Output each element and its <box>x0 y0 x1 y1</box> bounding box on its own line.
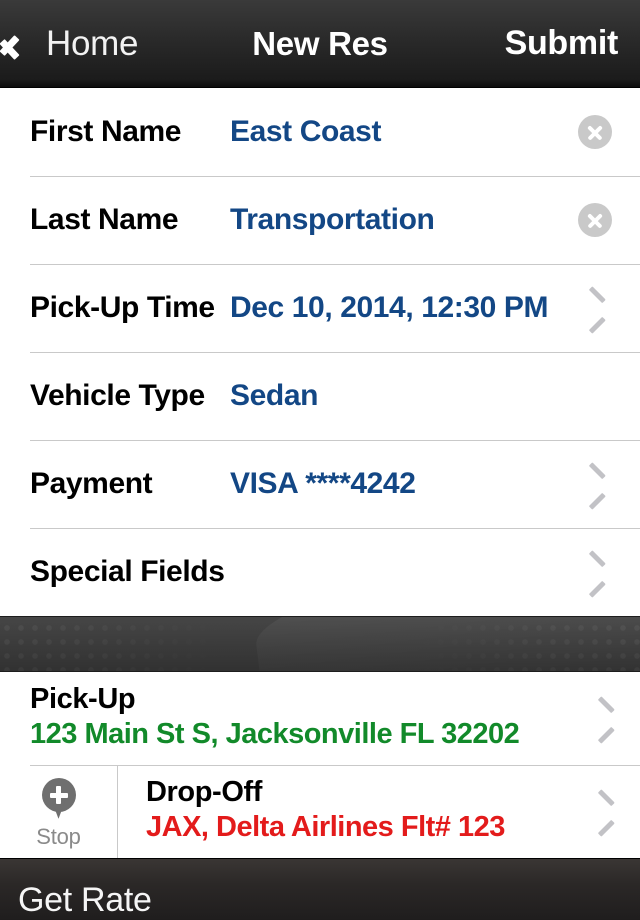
address-list: Pick-Up 123 Main St S, Jacksonville FL 3… <box>0 672 640 858</box>
submit-button[interactable]: Submit <box>505 24 640 63</box>
address-row-dropoff[interactable]: Stop Drop-Off JAX, Delta Airlines Flt# 1… <box>0 764 640 858</box>
pickup-accessory <box>586 672 640 765</box>
new-reservation-screen: Home New Res Submit First Name East Coas… <box>0 0 640 920</box>
chevron-left-icon <box>14 25 36 63</box>
back-button-label: Home <box>46 23 139 63</box>
form-row-first-name[interactable]: First Name East Coast <box>0 88 640 176</box>
dropoff-address: JAX, Delta Airlines Flt# 123 <box>146 811 505 844</box>
chevron-right-icon <box>590 293 608 323</box>
row-value-last-name[interactable]: Transportation <box>230 203 578 237</box>
map-pin-plus-icon <box>41 778 76 822</box>
navigation-bar: Home New Res Submit <box>0 0 640 88</box>
stop-label: Stop <box>36 824 81 850</box>
row-label-pickup-time: Pick-Up Time <box>30 291 215 324</box>
form-row-vehicle-type[interactable]: Vehicle Type Sedan <box>0 352 640 440</box>
row-label-special-fields: Special Fields <box>30 555 225 588</box>
section-divider-band <box>0 616 640 672</box>
row-label-last-name: Last Name <box>30 203 179 236</box>
chevron-right-icon <box>599 703 617 733</box>
pickup-title: Pick-Up <box>30 683 136 715</box>
row-label-payment: Payment <box>30 467 153 500</box>
chevron-right-icon <box>590 557 608 587</box>
dropoff-title: Drop-Off <box>146 775 262 808</box>
clear-circle-icon[interactable] <box>578 203 612 237</box>
dropoff-text-group: Drop-Off JAX, Delta Airlines Flt# 123 <box>118 765 586 858</box>
row-value-vehicle-type: Sedan <box>230 379 319 412</box>
get-rate-bar[interactable]: Get Rate <box>0 857 640 920</box>
form-row-last-name[interactable]: Last Name Transportation <box>0 176 640 264</box>
chevron-right-icon <box>590 469 608 499</box>
row-label-first-name: First Name <box>30 115 182 148</box>
clear-circle-icon[interactable] <box>578 115 612 149</box>
pin-plus-vertical <box>56 786 61 805</box>
form-row-payment[interactable]: Payment VISA ****4242 <box>0 440 640 528</box>
dropoff-accessory <box>586 765 640 858</box>
pickup-address: 123 Main St S, Jacksonville FL 32202 <box>30 718 520 751</box>
pickup-text-group: Pick-Up 123 Main St S, Jacksonville FL 3… <box>0 672 586 765</box>
divider-sheen <box>0 617 640 671</box>
row-value-pickup-time: Dec 10, 2014, 12:30 PM <box>230 291 549 324</box>
row-label-vehicle-type: Vehicle Type <box>30 379 205 412</box>
get-rate-label: Get Rate <box>18 881 152 919</box>
row-value-payment: VISA ****4242 <box>230 467 416 500</box>
add-stop-button[interactable]: Stop <box>0 764 118 858</box>
form-row-special-fields[interactable]: Special Fields <box>0 528 640 616</box>
address-row-pickup[interactable]: Pick-Up 123 Main St S, Jacksonville FL 3… <box>0 672 640 765</box>
reservation-form-list: First Name East Coast Last Name Transpor… <box>0 88 640 616</box>
row-value-first-name[interactable]: East Coast <box>230 115 578 149</box>
chevron-right-icon <box>599 796 617 826</box>
form-row-pickup-time[interactable]: Pick-Up Time Dec 10, 2014, 12:30 PM <box>0 264 640 352</box>
back-button[interactable]: Home <box>0 0 138 87</box>
